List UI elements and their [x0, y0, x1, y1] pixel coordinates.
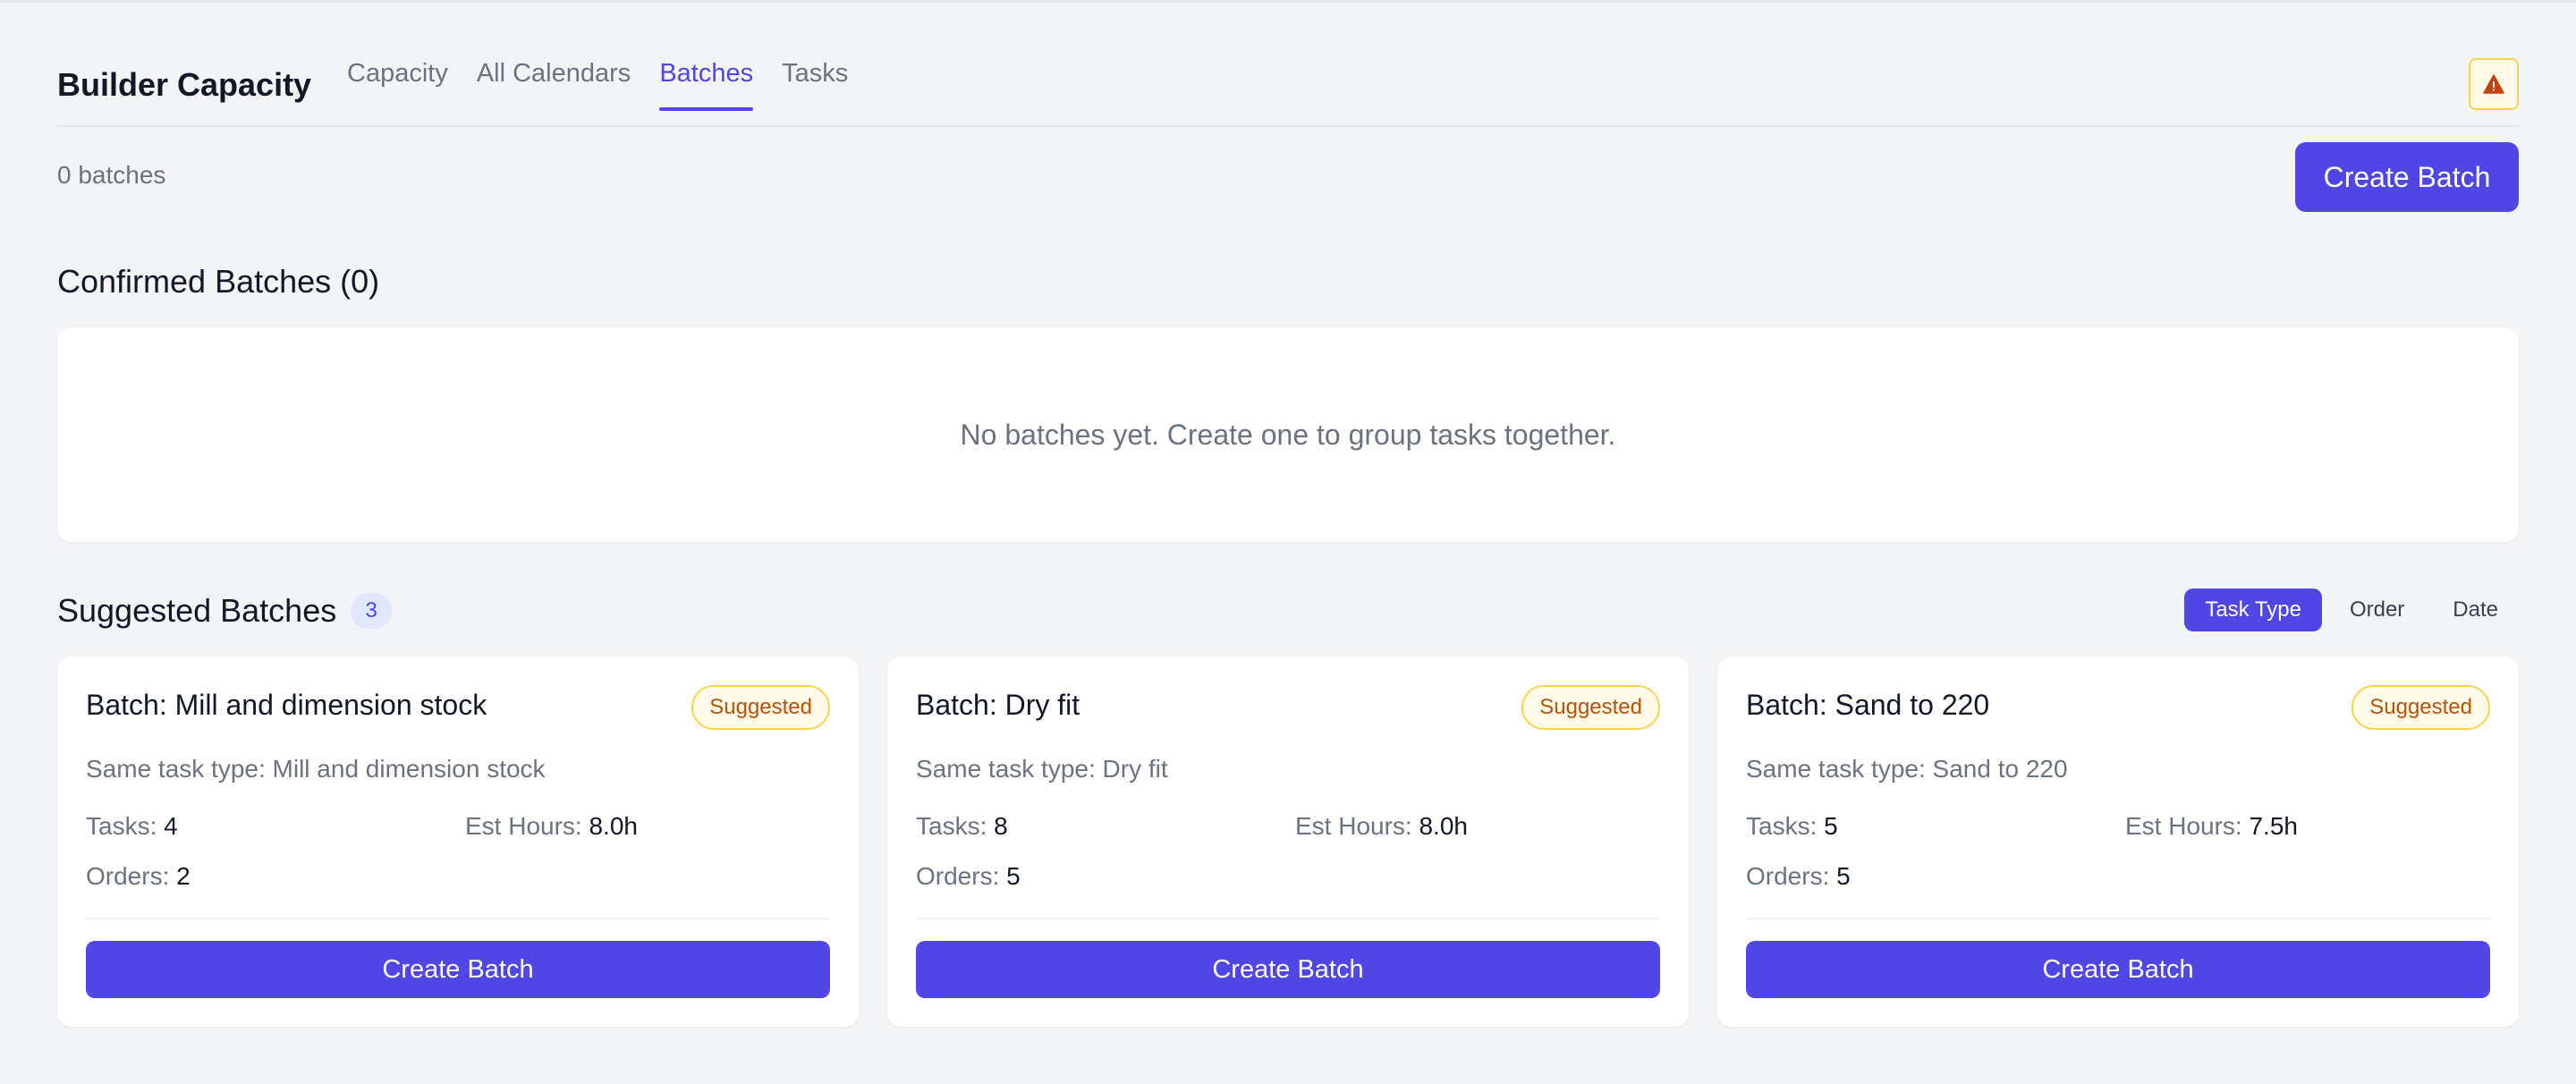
batch-hours-stat: Est Hours: 8.0h [465, 812, 638, 841]
confirmed-empty-state: No batches yet. Create one to group task… [57, 327, 2519, 542]
status-badge: Suggested [1521, 685, 1660, 730]
stat-label: Est Hours: [465, 812, 582, 840]
suggested-batch-cards: Batch: Mill and dimension stock Suggeste… [57, 656, 2519, 1027]
batch-tasks-stat: Tasks: 4 [86, 812, 178, 841]
group-by-order[interactable]: Order [2329, 589, 2425, 631]
card-create-batch-button[interactable]: Create Batch [86, 941, 830, 998]
group-by-toggle: Task Type Order Date [2177, 589, 2519, 631]
batch-card-description: Same task type: Sand to 220 [1746, 755, 2068, 783]
batch-orders-stat: Orders: 2 [86, 862, 191, 891]
batch-hours-stat: Est Hours: 7.5h [2125, 812, 2298, 841]
status-badge: Suggested [691, 685, 830, 730]
main-tabs: Capacity All Calendars Batches Tasks [347, 47, 877, 127]
batch-hours-stat: Est Hours: 8.0h [1295, 812, 1468, 841]
alert-button[interactable] [2469, 58, 2519, 110]
card-create-batch-button[interactable]: Create Batch [1746, 941, 2490, 998]
stat-label: Tasks: [1746, 812, 1818, 840]
top-border [0, 0, 2576, 3]
app-title: Builder Capacity [57, 66, 312, 103]
stat-label: Est Hours: [2125, 812, 2242, 840]
stat-label: Orders: [86, 862, 170, 890]
suggested-header: Suggested Batches 3 [57, 592, 393, 630]
batch-card: Batch: Sand to 220 Suggested Same task t… [1717, 656, 2519, 1027]
batch-orders-stat: Orders: 5 [916, 862, 1021, 891]
batch-tasks-stat: Tasks: 5 [1746, 812, 1838, 841]
tab-all-calendars[interactable]: All Calendars [477, 47, 631, 111]
batch-card: Batch: Mill and dimension stock Suggeste… [57, 656, 859, 1027]
stat-label: Orders: [916, 862, 1000, 890]
stat-value: 8.0h [589, 812, 638, 840]
tab-tasks[interactable]: Tasks [782, 47, 848, 111]
batch-card: Batch: Dry fit Suggested Same task type:… [887, 656, 1689, 1027]
batch-tasks-stat: Tasks: 8 [916, 812, 1008, 841]
batch-card-description: Same task type: Mill and dimension stock [86, 755, 546, 783]
confirmed-batches-title: Confirmed Batches (0) [57, 263, 380, 300]
stat-value: 8 [994, 812, 1008, 840]
empty-state-text: No batches yet. Create one to group task… [960, 418, 1616, 451]
stat-label: Tasks: [916, 812, 987, 840]
card-divider [916, 918, 1660, 919]
card-create-batch-button[interactable]: Create Batch [916, 941, 1660, 998]
batch-card-title: Batch: Dry fit [916, 689, 1080, 721]
stat-value: 4 [164, 812, 178, 840]
stat-value: 8.0h [1419, 812, 1468, 840]
card-divider [86, 918, 830, 919]
stat-label: Orders: [1746, 862, 1830, 890]
suggested-batches-title: Suggested Batches [57, 592, 337, 629]
batch-card-description: Same task type: Dry fit [916, 755, 1168, 783]
tab-batches[interactable]: Batches [659, 47, 753, 111]
stat-label: Tasks: [86, 812, 157, 840]
batch-orders-stat: Orders: 5 [1746, 862, 1851, 891]
stat-value: 7.5h [2249, 812, 2298, 840]
create-batch-button[interactable]: Create Batch [2295, 142, 2519, 212]
suggested-count-badge: 3 [351, 593, 393, 629]
batch-card-title: Batch: Mill and dimension stock [86, 689, 487, 721]
stat-value: 5 [1836, 862, 1851, 890]
warning-triangle-icon [2483, 74, 2504, 94]
card-divider [1746, 918, 2490, 919]
batch-card-title: Batch: Sand to 220 [1746, 689, 1990, 721]
stat-value: 2 [176, 862, 191, 890]
app-header: Builder Capacity Capacity All Calendars … [57, 47, 2519, 127]
group-by-task-type[interactable]: Task Type [2184, 589, 2322, 631]
stat-value: 5 [1006, 862, 1021, 890]
status-badge: Suggested [2351, 685, 2490, 730]
stat-value: 5 [1824, 812, 1838, 840]
batch-count: 0 batches [57, 161, 166, 189]
tab-capacity[interactable]: Capacity [347, 47, 448, 111]
group-by-date[interactable]: Date [2432, 589, 2519, 631]
stat-label: Est Hours: [1295, 812, 1412, 840]
